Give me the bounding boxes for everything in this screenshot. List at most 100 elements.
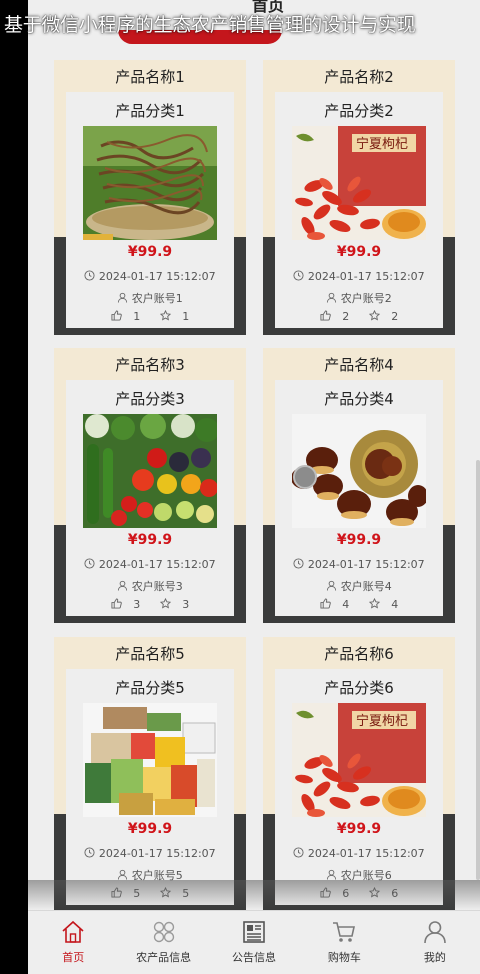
user-icon (326, 292, 337, 306)
product-time: 2024-01-17 15:12:07 (275, 847, 443, 861)
product-card-inner: 产品分类6 宁夏枸杞 ¥99.9 2024-01-17 15:12:07 农户账… (275, 669, 443, 905)
thumbs-up-icon[interactable] (111, 310, 122, 324)
overlay-caption: 基于微信小程序的生态农产销售管理的设计与实现 (4, 14, 416, 36)
time-text: 2024-01-17 15:12:07 (307, 847, 425, 860)
product-image[interactable] (83, 126, 217, 240)
tab-home[interactable]: 首页 (28, 911, 118, 974)
product-name: 产品名称4 (324, 356, 394, 374)
grid-icon (151, 919, 177, 945)
farmer-account: 农户账号1 (66, 290, 234, 306)
clock-icon (84, 270, 95, 284)
star-icon[interactable] (159, 309, 171, 324)
favorite-count: 4 (391, 598, 399, 611)
product-card[interactable]: 产品名称5 产品分类5 ¥99.9 2024-01-17 15:12:07 农户… (54, 637, 246, 912)
user-icon (326, 580, 337, 594)
time-text: 2024-01-17 15:12:07 (98, 847, 216, 860)
product-stats: 2 2 (275, 309, 443, 324)
clock-icon (293, 558, 304, 572)
product-price: ¥99.9 (336, 821, 382, 837)
product-category: 产品分类4 (324, 390, 394, 408)
product-time: 2024-01-17 15:12:07 (66, 270, 234, 284)
tab-label: 农产品信息 (136, 951, 192, 964)
product-image[interactable] (83, 703, 217, 817)
thumbs-up-icon[interactable] (320, 598, 331, 612)
product-price: ¥99.9 (336, 244, 382, 260)
like-count: 4 (342, 598, 350, 611)
thumbs-up-icon[interactable] (111, 598, 122, 612)
product-card[interactable]: 产品名称6 产品分类6 宁夏枸杞 ¥99.9 2024-01-17 15:12:… (263, 637, 455, 912)
star-icon[interactable] (368, 309, 380, 324)
product-time: 2024-01-17 15:12:07 (275, 558, 443, 572)
account-text: 农户账号3 (131, 580, 183, 593)
product-category: 产品分类5 (115, 679, 185, 697)
product-category: 产品分类6 (324, 679, 394, 697)
product-card[interactable]: 产品名称2 产品分类2 宁夏枸杞 ¥99.9 2024-01-17 15:12:… (263, 60, 455, 335)
account-text: 农户账号2 (340, 292, 392, 305)
farmer-account: 农户账号4 (275, 578, 443, 594)
tab-mine[interactable]: 我的 (390, 911, 480, 974)
news-icon (241, 919, 267, 945)
product-name: 产品名称2 (324, 68, 394, 86)
clock-icon (84, 847, 95, 861)
product-price: ¥99.9 (127, 532, 173, 548)
clock-icon (84, 558, 95, 572)
product-card[interactable]: 产品名称1 产品分类1 ¥99.9 2024-01-17 15:12:07 农户… (54, 60, 246, 335)
time-text: 2024-01-17 15:12:07 (98, 558, 216, 571)
farmer-account: 农户账号3 (66, 578, 234, 594)
tab-label: 公告信息 (232, 951, 277, 964)
time-text: 2024-01-17 15:12:07 (98, 270, 216, 283)
product-image[interactable]: 宁夏枸杞 (292, 126, 426, 240)
product-stats: 3 3 (66, 597, 234, 612)
left-black-margin (0, 0, 28, 974)
user-icon (117, 580, 128, 594)
tab-cart[interactable]: 购物车 (299, 911, 389, 974)
product-price: ¥99.9 (127, 821, 173, 837)
favorite-count: 1 (182, 310, 190, 323)
tabbar-shadow (28, 880, 480, 910)
product-time: 2024-01-17 15:12:07 (66, 558, 234, 572)
product-card-inner: 产品分类3 ¥99.9 2024-01-17 15:12:07 农户账号3 3 … (66, 380, 234, 616)
product-category: 产品分类3 (115, 390, 185, 408)
scrollbar[interactable] (476, 460, 480, 880)
product-image[interactable]: 宁夏枸杞 (292, 703, 426, 817)
user-icon (117, 292, 128, 306)
product-name: 产品名称3 (115, 356, 185, 374)
star-icon[interactable] (368, 597, 380, 612)
tab-label: 首页 (62, 951, 85, 964)
star-icon[interactable] (159, 597, 171, 612)
product-stats: 4 4 (275, 597, 443, 612)
like-count: 2 (342, 310, 350, 323)
product-name: 产品名称6 (324, 645, 394, 663)
product-category: 产品分类1 (115, 102, 185, 120)
product-name: 产品名称1 (115, 68, 185, 86)
tab-notices[interactable]: 公告信息 (209, 911, 299, 974)
clock-icon (293, 270, 304, 284)
product-card-inner: 产品分类2 宁夏枸杞 ¥99.9 2024-01-17 15:12:07 农户账… (275, 92, 443, 328)
account-text: 农户账号1 (131, 292, 183, 305)
user-icon (422, 919, 448, 945)
time-text: 2024-01-17 15:12:07 (307, 558, 425, 571)
product-card[interactable]: 产品名称3 产品分类3 ¥99.9 2024-01-17 15:12:07 农户… (54, 348, 246, 623)
thumbs-up-icon[interactable] (320, 310, 331, 324)
clock-icon (293, 847, 304, 861)
favorite-count: 2 (391, 310, 399, 323)
product-price: ¥99.9 (127, 244, 173, 260)
floating-touch-button[interactable] (293, 465, 317, 489)
tab-label: 购物车 (327, 951, 361, 964)
account-text: 农户账号4 (340, 580, 392, 593)
product-category: 产品分类2 (324, 102, 394, 120)
svg-text:宁夏枸杞: 宁夏枸杞 (356, 136, 408, 152)
home-icon (60, 919, 86, 945)
product-price: ¥99.9 (336, 532, 382, 548)
product-name: 产品名称5 (115, 645, 185, 663)
cart-icon (331, 919, 357, 945)
product-card[interactable]: 产品名称4 产品分类4 ¥99.9 2024-01-17 15:12:07 农户… (263, 348, 455, 623)
product-time: 2024-01-17 15:12:07 (275, 270, 443, 284)
product-image[interactable] (83, 414, 217, 528)
tab-products[interactable]: 农产品信息 (118, 911, 208, 974)
product-stats: 1 1 (66, 309, 234, 324)
product-time: 2024-01-17 15:12:07 (66, 847, 234, 861)
bottom-tab-bar: 首页 农产品信息 公告信息 购物车 我的 (28, 910, 480, 974)
product-card-inner: 产品分类5 ¥99.9 2024-01-17 15:12:07 农户账号5 (66, 669, 234, 905)
svg-text:宁夏枸杞: 宁夏枸杞 (356, 713, 408, 729)
